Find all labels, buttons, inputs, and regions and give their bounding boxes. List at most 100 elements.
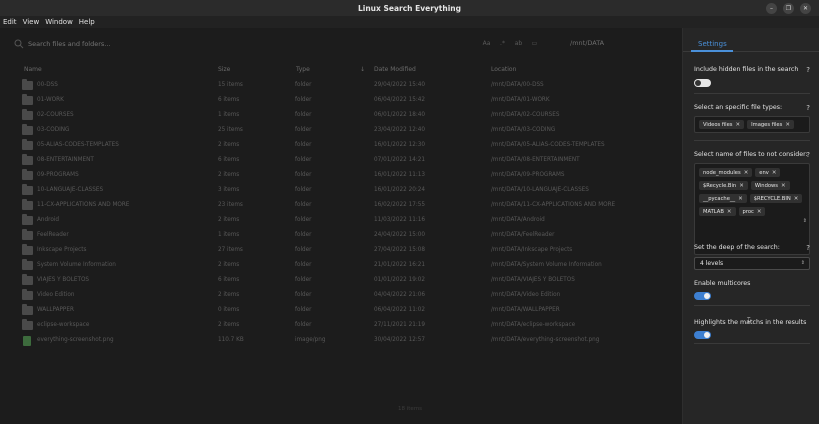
- row-location: /mnt/DATA/01-WORK: [491, 97, 550, 103]
- search-input[interactable]: [28, 37, 468, 50]
- hidden-files-label: Include hidden files in the search: [694, 66, 799, 73]
- image-file-icon: [22, 336, 33, 346]
- table-row[interactable]: eclipse-workspace 2 items folder 27/11/2021…: [0, 319, 682, 334]
- remove-chip-icon[interactable]: ✕: [727, 209, 732, 215]
- menu-view[interactable]: View: [23, 18, 40, 26]
- table-row[interactable]: 05-ALIAS-CODES-TEMPLATES 2 items folder 16/…: [0, 139, 682, 154]
- row-location: /mnt/DATA/00-DSS: [491, 82, 544, 88]
- table-row[interactable]: 08-ENTERTAINMENT 6 items folder 07/01/2022 …: [0, 154, 682, 169]
- column-header-name[interactable]: Name: [24, 66, 42, 73]
- table-row[interactable]: Video Edition 2 items folder 04/04/2022 21:…: [0, 289, 682, 304]
- chip-node-modules[interactable]: node_modules ✕: [699, 168, 753, 177]
- folder-icon: [22, 199, 33, 210]
- help-icon[interactable]: ?: [806, 151, 810, 159]
- column-header-type[interactable]: Type: [296, 66, 310, 73]
- help-icon[interactable]: ?: [806, 244, 810, 252]
- row-size: 2 items: [218, 217, 240, 223]
- chip-images-files[interactable]: Images files ✕: [747, 120, 794, 129]
- remove-chip-icon[interactable]: ✕: [739, 183, 744, 189]
- table-row[interactable]: 01-WORK 6 items folder 06/04/2022 15:42/mnt…: [0, 94, 682, 109]
- remove-chip-icon[interactable]: ✕: [785, 122, 790, 128]
- divider: [694, 140, 810, 141]
- table-row[interactable]: Inkscape Projects 27 items folder 27/04/202…: [0, 244, 682, 259]
- highlights-toggle[interactable]: [694, 331, 711, 339]
- remove-chip-icon[interactable]: ✕: [744, 170, 749, 176]
- column-header-size[interactable]: Size: [218, 66, 230, 73]
- row-size: 6 items: [218, 97, 240, 103]
- table-row[interactable]: WALLPAPPER 0 items folder 06/04/2022 11:02 /…: [0, 304, 682, 319]
- column-header-location[interactable]: Location: [491, 66, 516, 73]
- menu-edit[interactable]: Edit: [3, 18, 17, 26]
- row-location: /mnt/DATA/Inkscape Projects: [491, 247, 573, 253]
- regex-icon[interactable]: .*: [498, 39, 507, 48]
- minimize-icon[interactable]: –: [766, 3, 777, 14]
- row-location: /mnt/DATA/WALLPAPPER: [491, 307, 560, 313]
- remove-chip-icon[interactable]: ✕: [794, 196, 799, 202]
- chip-env[interactable]: env ✕: [755, 168, 781, 177]
- remove-chip-icon[interactable]: ✕: [757, 209, 762, 215]
- search-bar: Aa .* ab ▭ /mnt/DATA: [10, 36, 670, 51]
- table-row[interactable]: 09-PROGRAMS 2 items folder 16/01/2022 11:13…: [0, 169, 682, 184]
- sort-descending-icon[interactable]: ↓: [360, 66, 365, 73]
- folder-icon: [22, 289, 33, 300]
- depth-value: 4 levels: [700, 260, 724, 267]
- table-row[interactable]: Android 2 items folder 11/03/2022 11:16/mnt…: [0, 214, 682, 229]
- remove-chip-icon[interactable]: ✕: [736, 122, 741, 128]
- remove-chip-icon[interactable]: ✕: [738, 196, 743, 202]
- chip-videos-files[interactable]: Videos files ✕: [699, 120, 745, 129]
- row-type: folder: [295, 277, 312, 283]
- folder-icon: [22, 184, 33, 195]
- results-table: 00-DSS 15 items folder 29/04/2022 15:40/mnt…: [0, 79, 682, 349]
- table-row[interactable]: FeelReader 1 items folder 24/04/2022 15:00 /…: [0, 229, 682, 244]
- folder-picker-icon[interactable]: ▭: [530, 39, 539, 48]
- chip-pycache[interactable]: __pycache__ ✕: [699, 194, 747, 203]
- expand-icon[interactable]: ⇕: [803, 218, 807, 224]
- row-date: 21/01/2022 16:21: [374, 262, 425, 268]
- tab-settings[interactable]: Settings: [698, 40, 727, 48]
- help-icon[interactable]: ?: [806, 104, 810, 112]
- multicores-toggle[interactable]: [694, 292, 711, 300]
- table-row[interactable]: System Volume Information 2 items folder 21…: [0, 259, 682, 274]
- table-row[interactable]: 00-DSS 15 items folder 29/04/2022 15:40/mnt…: [0, 79, 682, 94]
- row-date: 11/03/2022 11:16: [374, 217, 425, 223]
- row-size: 23 items: [218, 202, 243, 208]
- menu-window[interactable]: Window: [45, 18, 73, 26]
- column-header-date[interactable]: Date Modified: [374, 66, 416, 73]
- row-date: 27/04/2022 15:08: [374, 247, 425, 253]
- file-types-select[interactable]: Videos files ✕ Images files ✕: [694, 116, 810, 133]
- whole-word-icon[interactable]: ab: [514, 39, 523, 48]
- chip-recycle-bin[interactable]: $Recycle.Bin ✕: [699, 181, 748, 190]
- row-location: /mnt/DATA/System Volume Information: [491, 262, 602, 268]
- folder-icon: [22, 124, 33, 135]
- table-row[interactable]: VIAJES Y BOLETOS 6 items folder 01/01/2022 …: [0, 274, 682, 289]
- table-row[interactable]: 10-LANGUAJE-CLASSES 3 items folder 16/01/20…: [0, 184, 682, 199]
- row-location: /mnt/DATA/eclipse-workspace: [491, 322, 576, 328]
- chip-recycle-bin-upper[interactable]: $RECYCLE.BIN ✕: [749, 194, 803, 203]
- row-type: folder: [295, 232, 312, 238]
- remove-chip-icon[interactable]: ✕: [781, 183, 786, 189]
- exclude-names-select[interactable]: node_modules ✕ env ✕ $Recycle.Bin ✕ Windows…: [694, 163, 810, 255]
- table-row[interactable]: 02-COURSES 1 items folder 06/01/2022 18:40 /…: [0, 109, 682, 124]
- row-size: 2 items: [218, 172, 240, 178]
- row-size: 25 items: [218, 127, 243, 133]
- depth-select[interactable]: 4 levels ⇕: [694, 257, 810, 270]
- remove-chip-icon[interactable]: ✕: [772, 170, 777, 176]
- row-name: 02-COURSES: [37, 112, 74, 118]
- hidden-files-toggle[interactable]: [694, 79, 711, 87]
- case-sensitive-icon[interactable]: Aa: [482, 39, 491, 48]
- close-icon[interactable]: ✕: [800, 3, 811, 14]
- chip-label: $RECYCLE.BIN: [753, 195, 791, 202]
- help-icon[interactable]: ?: [806, 66, 810, 74]
- chip-matlab[interactable]: MATLAB ✕: [699, 207, 736, 216]
- chip-proc[interactable]: proc ✕: [738, 207, 766, 216]
- row-type: folder: [295, 307, 312, 313]
- restore-icon[interactable]: ❐: [783, 3, 794, 14]
- row-date: 27/11/2021 21:19: [374, 322, 425, 328]
- table-row[interactable]: everything-screenshot.png 110.7 KB image/p…: [0, 334, 682, 349]
- chip-windows[interactable]: Windows ✕: [750, 181, 790, 190]
- table-row[interactable]: 11-CX-APPLICATIONS AND MORE 23 items folde…: [0, 199, 682, 214]
- table-row[interactable]: 03-CODING 25 items folder 23/04/2022 12:40 /…: [0, 124, 682, 139]
- chip-label: $Recycle.Bin: [703, 182, 737, 189]
- search-path[interactable]: /mnt/DATA: [570, 39, 604, 47]
- menu-help[interactable]: Help: [79, 18, 95, 26]
